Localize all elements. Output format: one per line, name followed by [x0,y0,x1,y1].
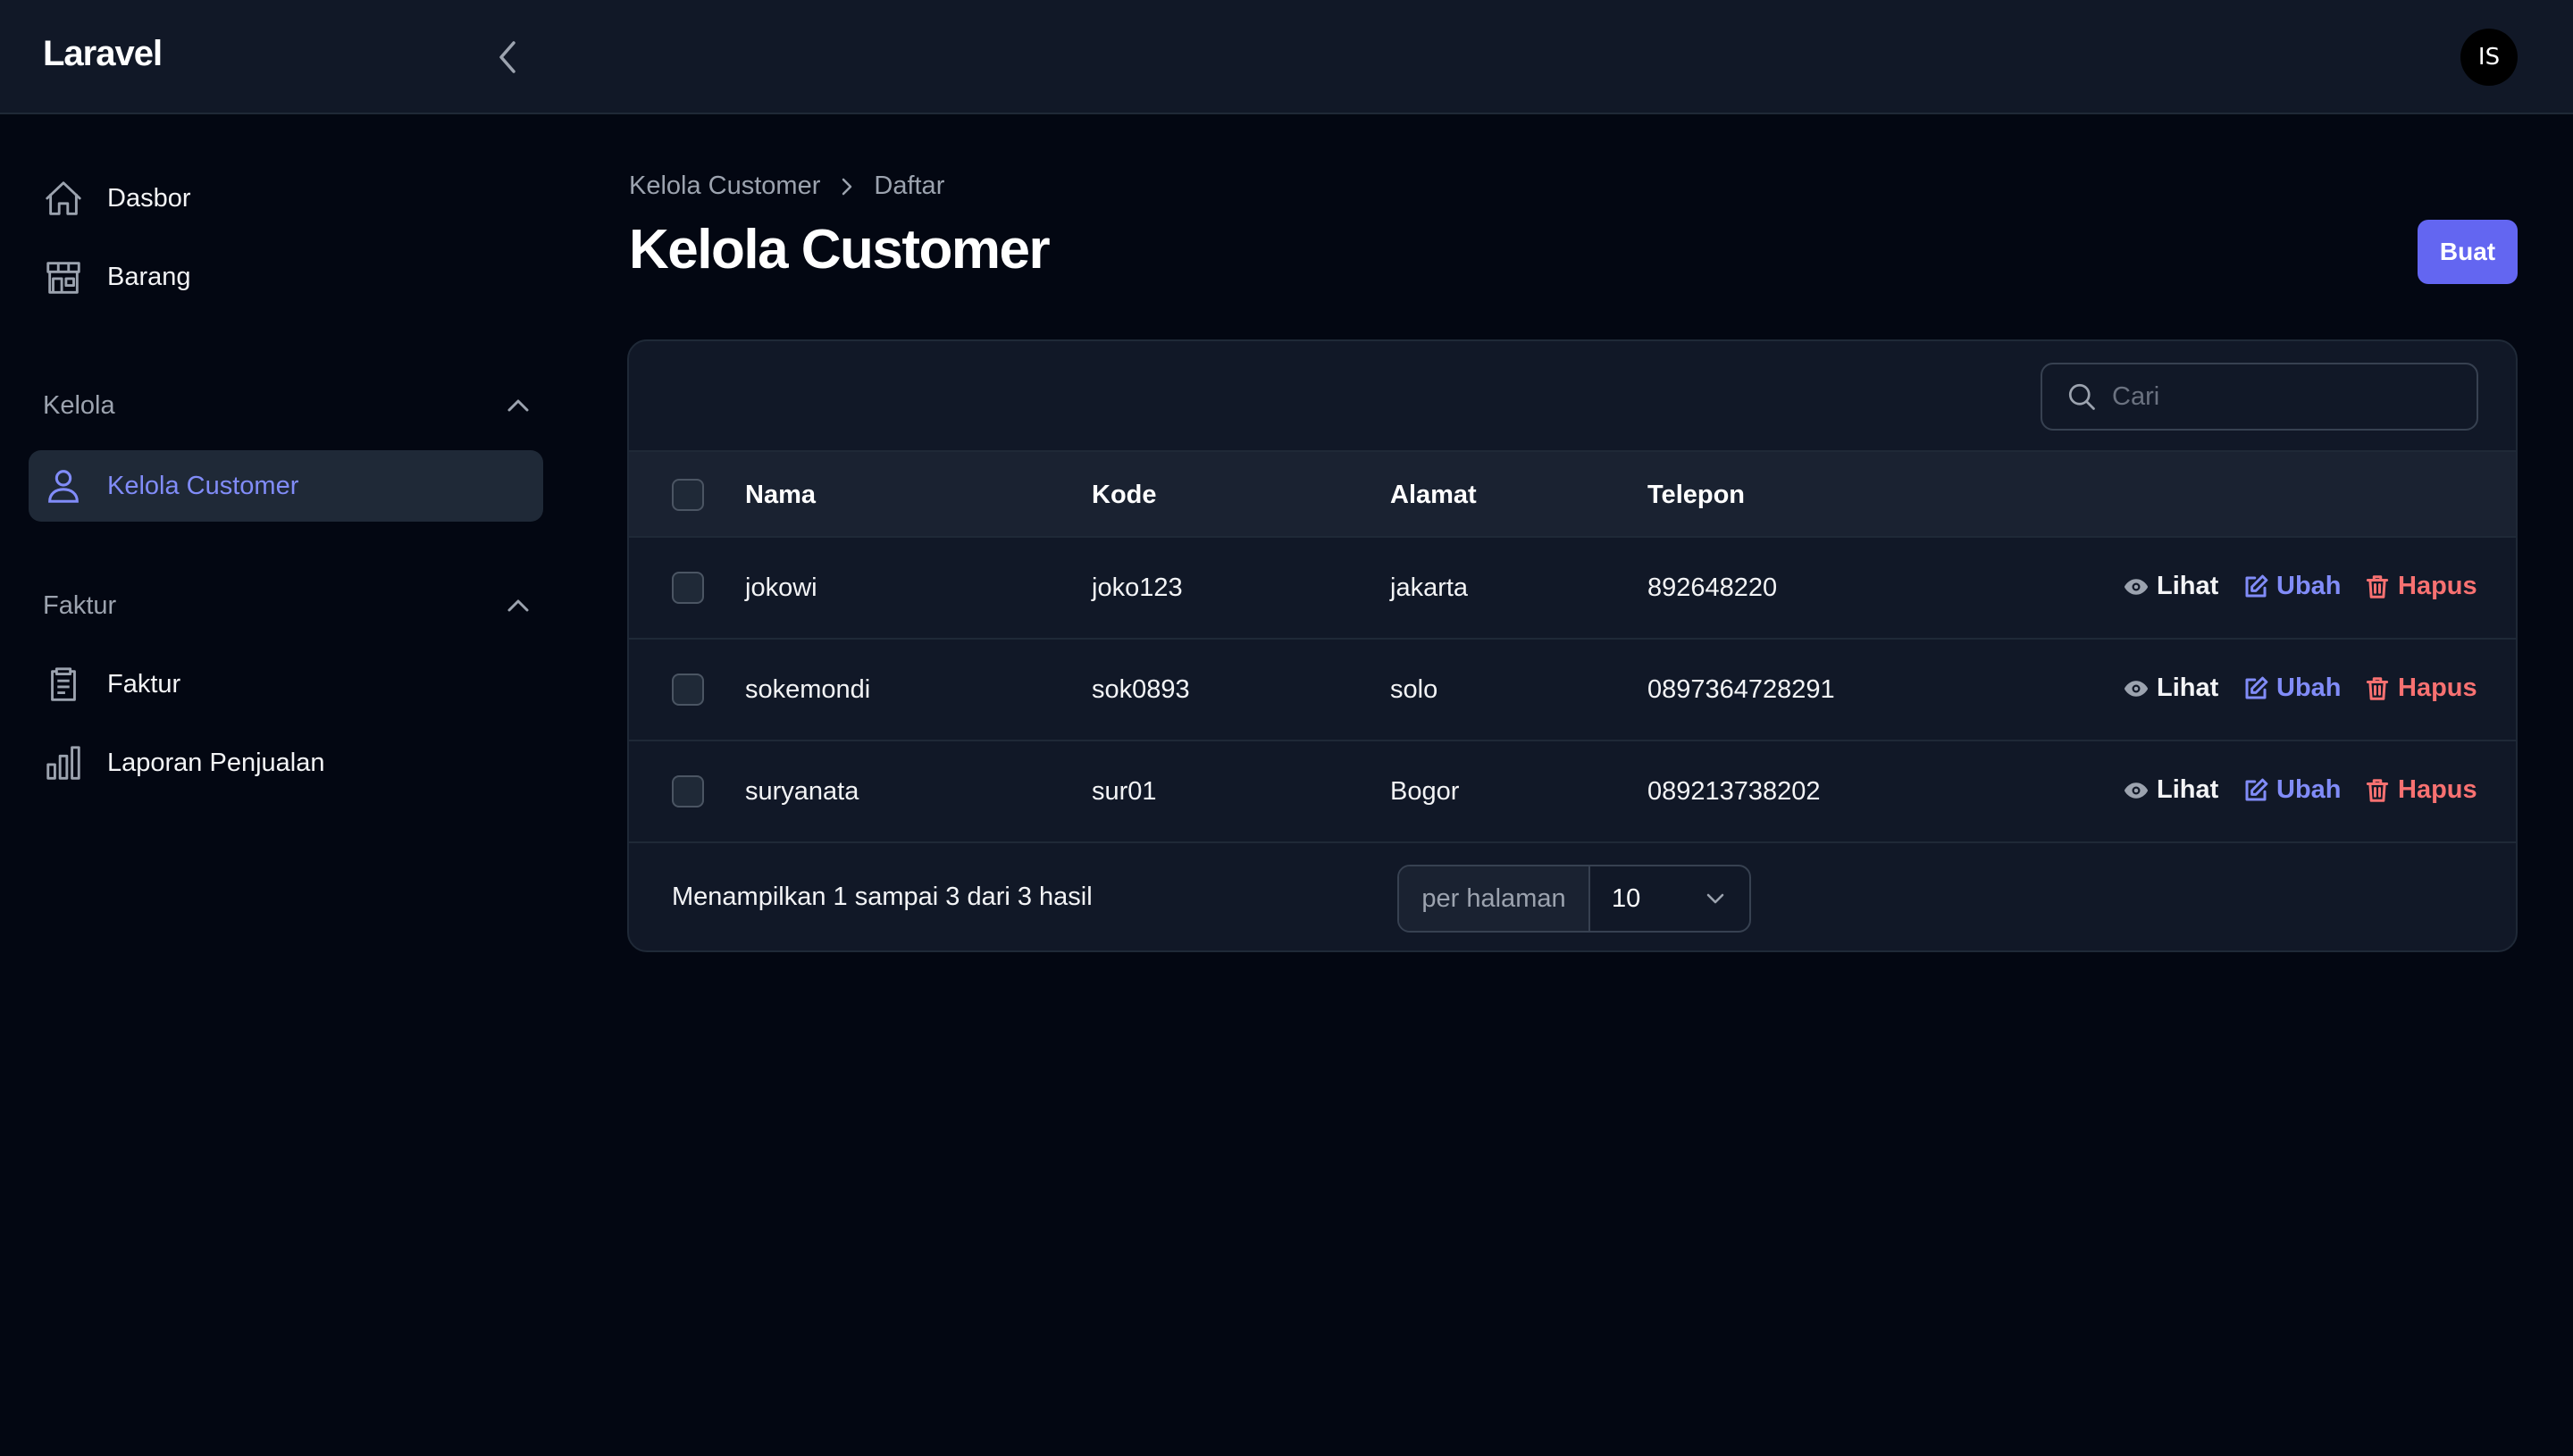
edit-label: Ubah [2276,775,2342,804]
row-checkbox[interactable] [672,775,704,807]
edit-button[interactable]: Ubah [2242,674,2342,703]
group-label: Kelola [43,390,115,420]
cell-telepon: 892648220 [1647,573,1778,602]
chevron-left-icon [499,41,515,73]
per-page-value: 10 [1612,883,1641,913]
cell-nama: sokemondi [745,675,871,704]
select-all-checkbox[interactable] [672,479,704,511]
bar-chart-icon [43,742,84,783]
delete-button[interactable]: Hapus [2364,775,2477,805]
chevron-right-icon [840,176,854,197]
sidebar-item-label: Faktur [107,669,181,699]
delete-label: Hapus [2398,775,2477,804]
delete-button[interactable]: Hapus [2364,674,2477,703]
sidebar-item-label: Kelola Customer [107,471,299,500]
table-row: sokemondi sok0893 solo 0897364728291 Lih… [629,640,2516,741]
sidebar-item-faktur[interactable]: Faktur [29,649,543,720]
column-header-telepon[interactable]: Telepon [1647,481,1745,510]
cell-nama: suryanata [745,777,859,806]
home-icon [43,178,84,219]
view-button[interactable]: Lihat [2123,775,2218,805]
breadcrumb: Kelola Customer Daftar [629,172,944,201]
cell-kode: joko123 [1092,573,1183,602]
cell-kode: sur01 [1092,777,1157,806]
edit-label: Ubah [2276,674,2342,702]
edit-button[interactable]: Ubah [2242,775,2342,805]
cell-alamat: solo [1390,675,1438,704]
per-page-select[interactable]: 10 [1590,866,1749,931]
group-faktur-toggle[interactable]: Faktur [43,584,531,627]
create-button[interactable]: Buat [2418,220,2518,284]
store-icon [43,256,84,297]
table-header: Nama Kode Alamat Telepon [629,450,2516,538]
sidebar-item-label: Laporan Penjualan [107,748,325,777]
cell-alamat: jakarta [1390,573,1469,602]
sidebar-item-label: Dasbor [107,183,191,213]
edit-icon [2242,777,2269,804]
eye-icon [2123,777,2150,804]
edit-icon [2242,573,2269,600]
sidebar-item-label: Barang [107,262,191,291]
cell-nama: jokowi [745,573,817,602]
breadcrumb-parent-link[interactable]: Kelola Customer [629,172,820,201]
view-label: Lihat [2157,674,2219,702]
trash-icon [2364,675,2391,702]
brand-logo[interactable]: Laravel [43,34,163,74]
column-header-alamat[interactable]: Alamat [1390,481,1477,510]
chevron-down-icon [1706,893,1724,904]
delete-label: Hapus [2398,674,2477,702]
per-page-control: per halaman 10 [1397,865,1751,933]
view-button[interactable]: Lihat [2123,674,2218,703]
user-avatar[interactable]: IS [2460,29,2518,86]
edit-label: Ubah [2276,572,2342,600]
per-page-label: per halaman [1399,866,1590,931]
row-checkbox[interactable] [672,674,704,706]
view-label: Lihat [2157,775,2219,804]
search-input[interactable] [2112,381,2451,412]
chevron-up-icon [507,399,529,412]
trash-icon [2364,777,2391,804]
delete-label: Hapus [2398,572,2477,600]
group-label: Faktur [43,590,117,620]
row-checkbox[interactable] [672,572,704,604]
cell-telepon: 0897364728291 [1647,675,1835,704]
view-label: Lihat [2157,572,2219,600]
table-row: suryanata sur01 Bogor 089213738202 Lihat… [629,741,2516,843]
top-bar: Laravel IS [0,0,2573,114]
chevron-up-icon [507,599,529,612]
eye-icon [2123,573,2150,600]
customer-table-card: Nama Kode Alamat Telepon jokowi joko123 … [627,339,2518,952]
group-kelola-toggle[interactable]: Kelola [43,384,531,427]
cell-alamat: Bogor [1390,777,1460,806]
cell-kode: sok0893 [1092,675,1190,704]
sidebar-item-barang[interactable]: Barang [29,241,543,313]
sidebar-item-dasbor[interactable]: Dasbor [29,163,543,234]
pagination-summary: Menampilkan 1 sampai 3 dari 3 hasil [672,883,1093,911]
sidebar-item-kelola-customer[interactable]: Kelola Customer [29,450,543,522]
delete-button[interactable]: Hapus [2364,572,2477,601]
breadcrumb-current: Daftar [874,172,945,200]
sidebar-item-laporan-penjualan[interactable]: Laporan Penjualan [29,727,543,799]
column-header-kode[interactable]: Kode [1092,481,1157,510]
cell-telepon: 089213738202 [1647,777,1821,806]
table-row: jokowi joko123 jakarta 892648220 Lihat U… [629,538,2516,640]
column-header-nama[interactable]: Nama [745,481,816,510]
user-icon [43,465,84,506]
edit-button[interactable]: Ubah [2242,572,2342,601]
collapse-sidebar-button[interactable] [490,36,525,79]
sidebar: Dasbor Barang Kelola Kelola Customer Fak… [0,116,572,1456]
page-title: Kelola Customer [629,219,1051,280]
search-field[interactable] [2041,363,2478,431]
clipboard-icon [43,664,84,705]
edit-icon [2242,675,2269,702]
search-icon [2068,383,2095,410]
eye-icon [2123,675,2150,702]
view-button[interactable]: Lihat [2123,572,2218,601]
trash-icon [2364,573,2391,600]
